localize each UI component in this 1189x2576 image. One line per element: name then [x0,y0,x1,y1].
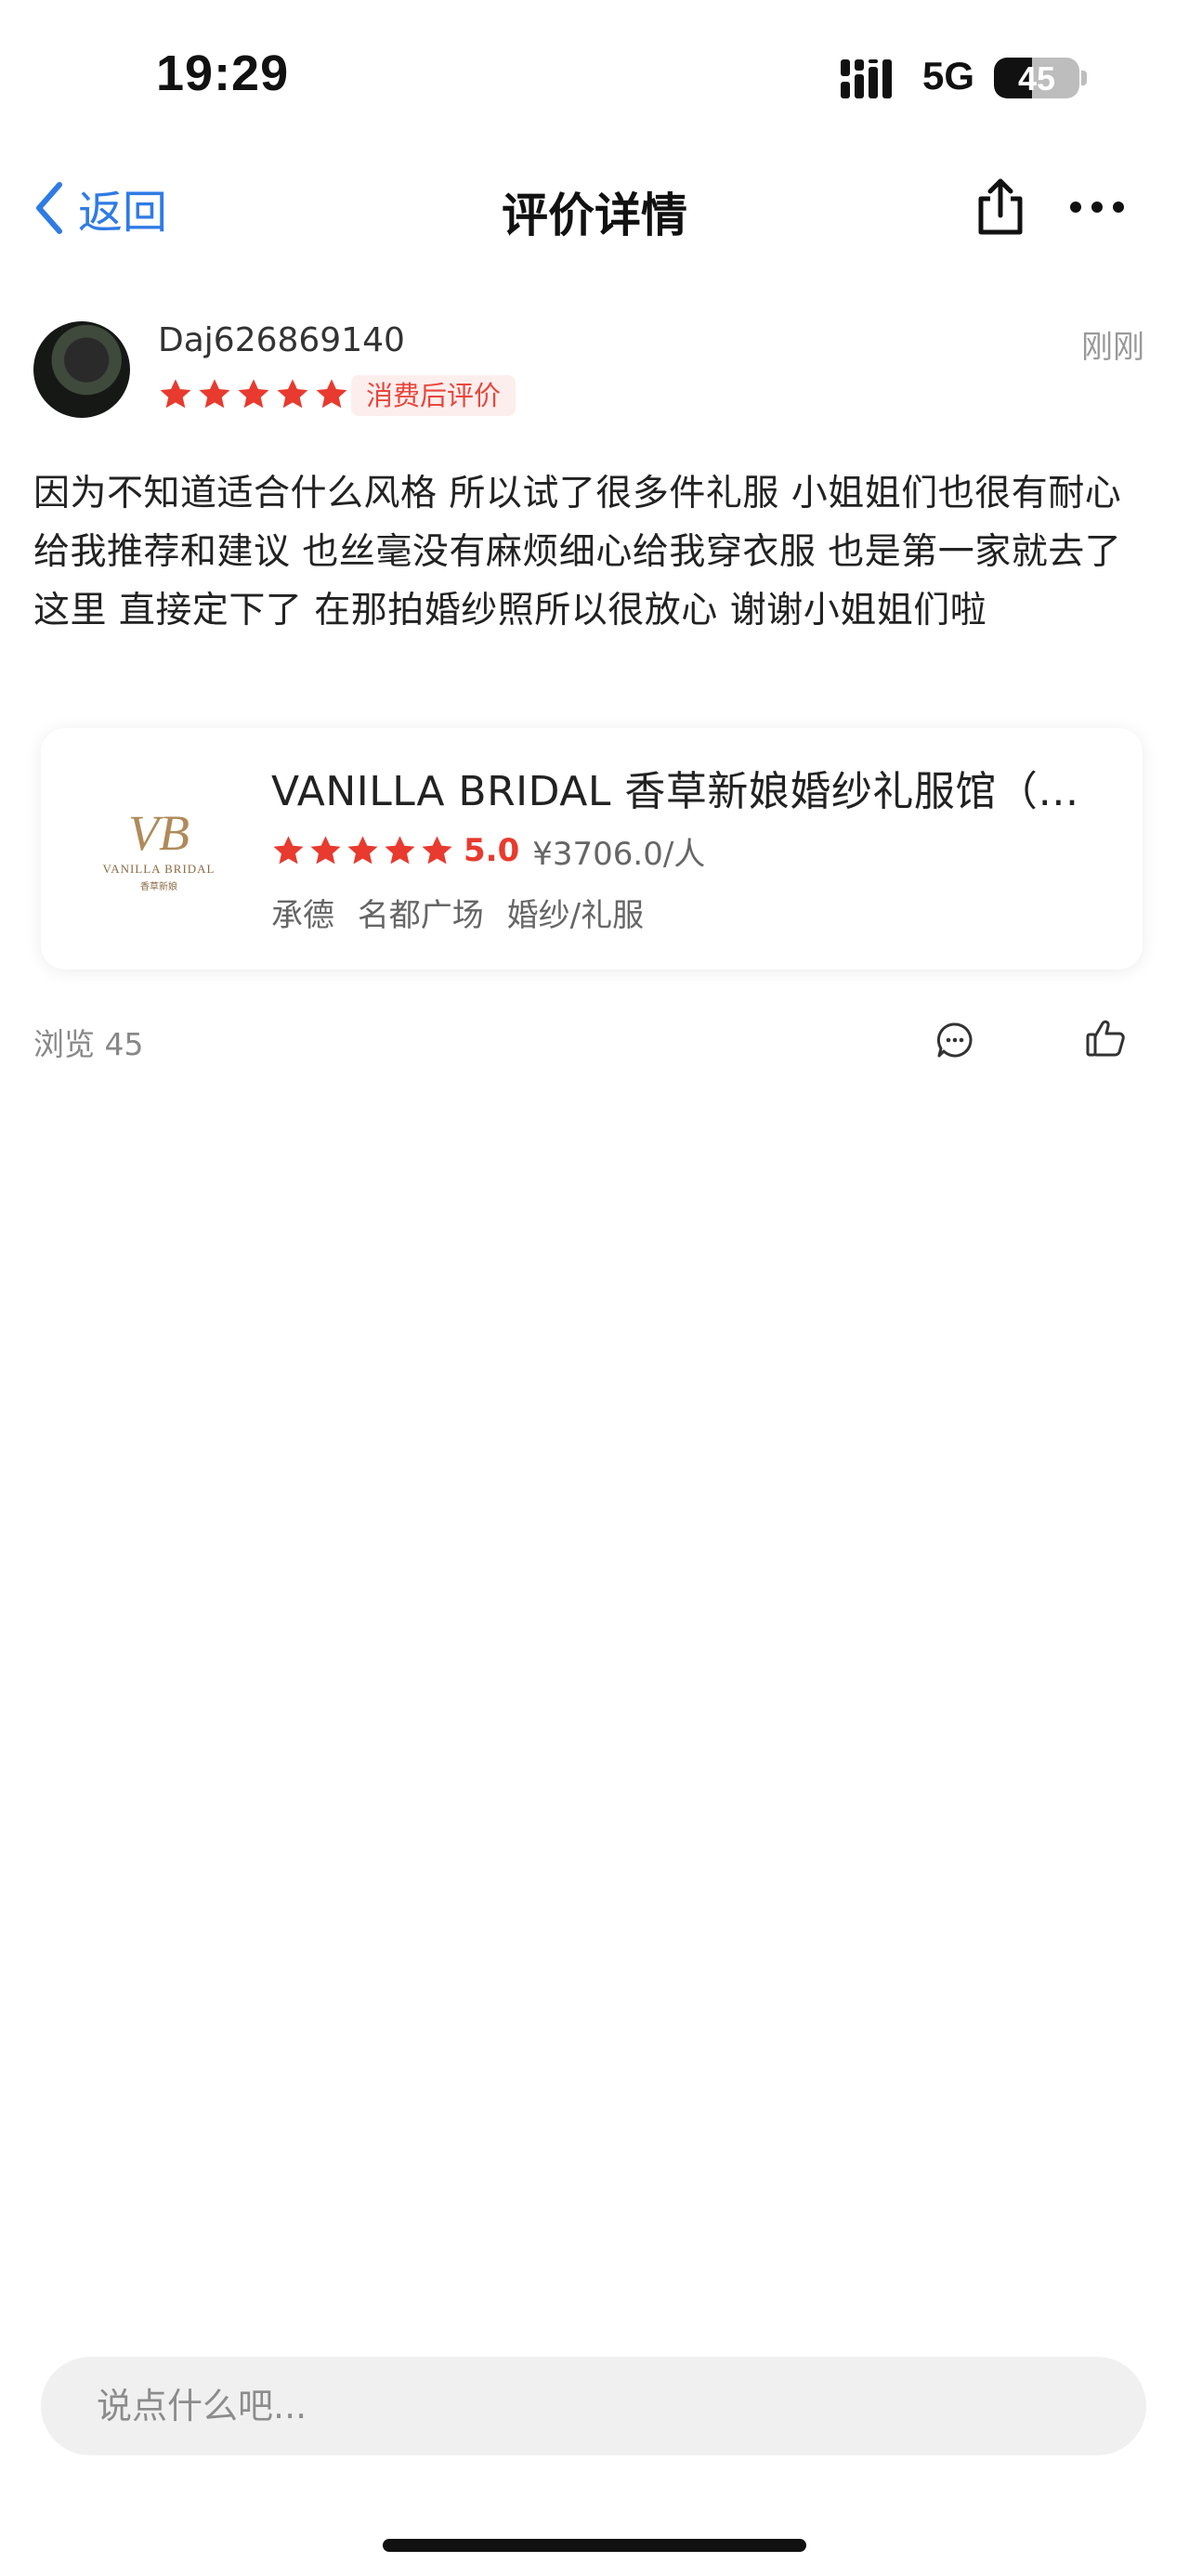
star-icon [347,835,378,864]
shop-stars [271,834,454,868]
shop-city: 承德 [271,897,334,934]
signal-icon [841,59,892,98]
shop-logo-cn: 香草新娘 [140,881,177,892]
network-label: 5G [922,54,975,98]
star-icon [273,835,304,864]
star-icon [238,379,269,409]
star-icon [199,379,230,409]
battery-icon: 45 [994,58,1079,98]
shop-meta: 承德 名都广场 婚纱/礼服 [271,890,657,935]
shop-category: 婚纱/礼服 [506,897,645,934]
battery-percent: 45 [1017,59,1056,98]
shop-area: 名都广场 [357,897,484,934]
username[interactable]: Daj626869140 [158,321,405,359]
thumbs-up-icon[interactable] [1085,1018,1126,1059]
status-time: 19:29 [156,46,290,101]
review-stars [158,377,349,414]
review-time: 刚刚 [1081,329,1144,366]
star-icon [385,835,415,864]
more-icon[interactable] [1068,197,1126,217]
battery-tip [1081,71,1087,85]
star-icon [316,379,347,409]
view-count: 浏览 45 [33,1026,144,1062]
comment-icon[interactable] [936,1021,973,1059]
star-icon [277,379,308,409]
star-icon [422,835,452,864]
star-icon [160,379,191,409]
star-icon [310,835,341,864]
review-badge: 消费后评价 [351,375,516,416]
avatar[interactable] [33,321,130,418]
review-content: 因为不知道适合什么风格 所以试了很多件礼服 小姐姐们也很有耐心给我推荐和建议 也… [33,473,1122,631]
comment-input[interactable] [41,2357,1146,2455]
shop-logo: VB VANILLA BRIDAL 香草新娘 [71,761,247,938]
share-icon[interactable] [973,176,1027,238]
shop-price: ¥3706.0/人 [532,835,706,873]
shop-logo-text: VANILLA BRIDAL [102,861,216,876]
home-indicator [383,2539,806,2552]
shop-logo-mark: VB [128,804,189,861]
shop-score: 5.0 [464,832,520,869]
shop-name[interactable]: VANILLA BRIDAL 香草新娘婚纱礼服馆（… [271,758,1135,817]
shop-rating-row: 5.0 ¥3706.0/人 [271,830,706,873]
